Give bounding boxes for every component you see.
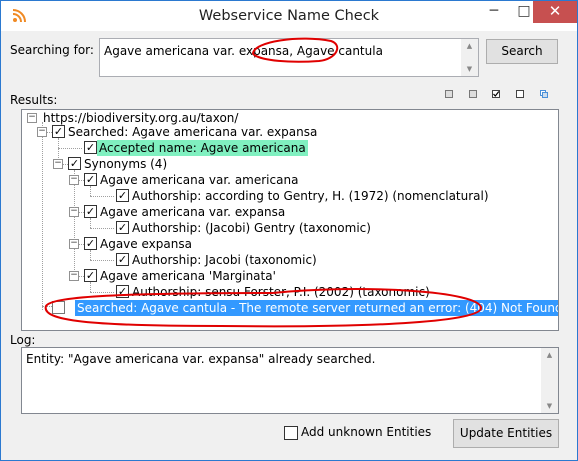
- annotation-ellipse-error: [44, 288, 483, 328]
- app-window: Webservice Name Check ─ □ ✕ Searching fo…: [0, 0, 578, 461]
- red-annotation-overlay: [44, 37, 483, 328]
- annotation-ellipse-search: [252, 37, 339, 63]
